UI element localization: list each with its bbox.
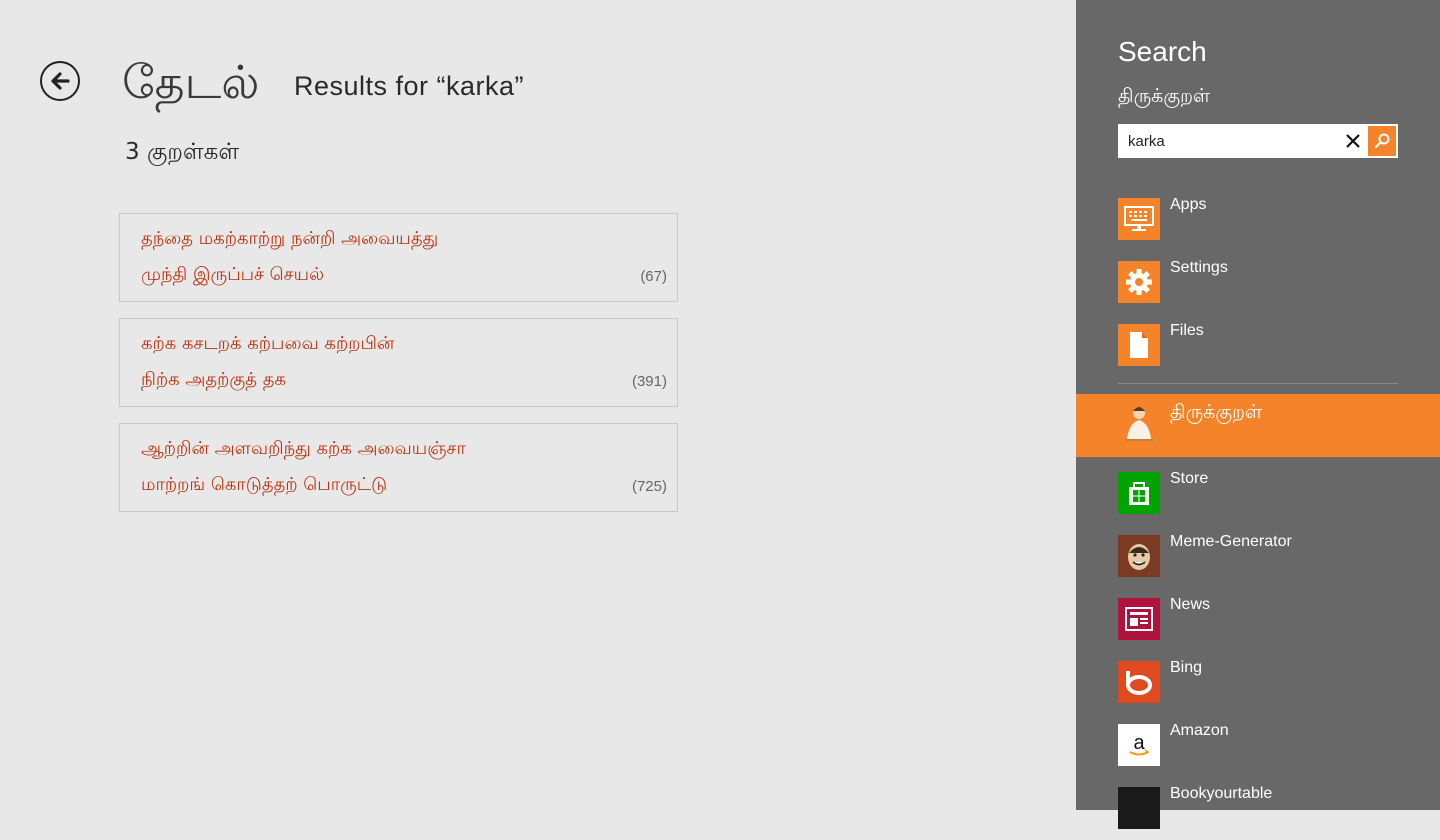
- search-icon: [1374, 133, 1390, 149]
- charm-item-label: Bookyourtable: [1170, 785, 1273, 802]
- search-scope-selector[interactable]: திருக்குறள்: [1118, 85, 1210, 110]
- charm-item-label: Apps: [1170, 196, 1207, 213]
- charm-item-settings[interactable]: Settings: [1076, 251, 1440, 314]
- divider: [1118, 383, 1398, 384]
- search-input[interactable]: [1118, 124, 1356, 158]
- kural-line-2: முந்தி இருப்பச் செயல்: [141, 264, 325, 285]
- charm-item-amazon[interactable]: a Amazon: [1076, 714, 1440, 777]
- charm-item-news[interactable]: News: [1076, 588, 1440, 651]
- store-icon: [1118, 472, 1160, 514]
- search-button[interactable]: [1368, 126, 1396, 156]
- clear-search-button[interactable]: [1338, 124, 1368, 158]
- search-results-page: தேடல் Results for “karka” 3 குறள்கள் தந்…: [0, 0, 1076, 810]
- file-icon: [1118, 324, 1160, 366]
- charm-item-apps[interactable]: Apps: [1076, 188, 1440, 251]
- charm-item-meme-generator[interactable]: Meme-Generator: [1076, 525, 1440, 588]
- bookyourtable-icon: [1118, 787, 1160, 829]
- close-icon: [1346, 134, 1360, 148]
- charm-item-label: Store: [1170, 470, 1209, 487]
- search-box: [1118, 124, 1398, 158]
- news-icon: [1118, 598, 1160, 640]
- kural-line-1: கற்க கசடறக் கற்பவை கற்றபின்: [141, 333, 395, 354]
- results-for-label: Results for “karka”: [294, 71, 525, 101]
- search-charm: Search திருக்குறள் karka Apps Settings F…: [1076, 0, 1440, 829]
- thirukkural-app-icon: [1118, 402, 1160, 444]
- charm-title: Search: [1118, 36, 1207, 67]
- charm-item-label: திருக்குறள்: [1170, 401, 1263, 423]
- charm-item-bookyourtable[interactable]: Bookyourtable: [1076, 777, 1440, 840]
- meme-generator-icon: [1118, 535, 1160, 577]
- apps-icon: [1118, 198, 1160, 240]
- kural-line-2: நிற்க அதற்குத் தக: [141, 369, 286, 390]
- back-button[interactable]: [40, 61, 80, 101]
- result-item[interactable]: ஆற்றின் அளவறிந்து கற்க அவையஞ்சா மாற்றங் …: [119, 423, 678, 512]
- charm-item-label: Bing: [1170, 659, 1203, 676]
- bing-icon: [1118, 661, 1160, 703]
- kural-line-2: மாற்றங் கொடுத்தற் பொருட்டு: [141, 474, 388, 495]
- page-title: தேடல்: [122, 55, 260, 109]
- kural-number: (67): [640, 268, 667, 285]
- charm-item-label: Amazon: [1170, 722, 1229, 739]
- svg-text:a: a: [1133, 732, 1145, 754]
- result-count: 3 குறள்கள்: [125, 139, 240, 165]
- results-list: தந்தை மகற்காற்று நன்றி அவையத்து முந்தி இ…: [119, 213, 678, 528]
- arrow-left-icon: [51, 72, 70, 90]
- charm-item-label: Files: [1170, 322, 1204, 339]
- charm-item-thirukkural[interactable]: திருக்குறள்: [1076, 394, 1440, 457]
- gear-icon: [1118, 261, 1160, 303]
- kural-line-1: ஆற்றின் அளவறிந்து கற்க அவையஞ்சா: [141, 438, 466, 459]
- charm-item-label: News: [1170, 596, 1211, 613]
- charm-item-store[interactable]: Store: [1076, 462, 1440, 525]
- charm-item-label: Meme-Generator: [1170, 533, 1292, 550]
- amazon-icon: a: [1118, 724, 1160, 766]
- charm-item-label: Settings: [1170, 259, 1228, 276]
- kural-number: (725): [631, 478, 667, 495]
- kural-line-1: தந்தை மகற்காற்று நன்றி அவையத்து: [141, 228, 439, 249]
- result-item[interactable]: தந்தை மகற்காற்று நன்றி அவையத்து முந்தி இ…: [119, 213, 678, 302]
- charm-item-files[interactable]: Files: [1076, 314, 1440, 377]
- kural-number: (391): [631, 373, 667, 390]
- result-item[interactable]: கற்க கசடறக் கற்பவை கற்றபின் நிற்க அதற்கு…: [119, 318, 678, 407]
- charm-item-bing[interactable]: Bing: [1076, 651, 1440, 714]
